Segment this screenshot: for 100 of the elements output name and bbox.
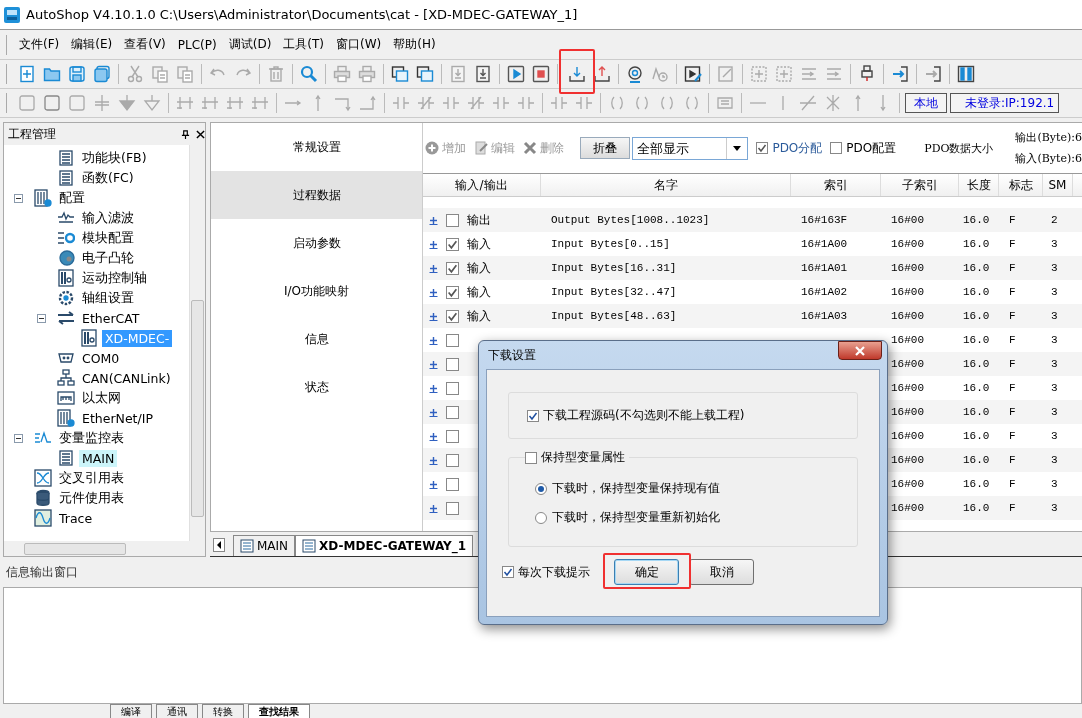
column-header[interactable]: SM [1043,174,1073,196]
expand-icon[interactable] [429,239,438,249]
checkbox-label[interactable]: PDO分配 [772,139,823,157]
settings-tab[interactable]: 常规设置 [211,123,422,171]
row-checkbox[interactable] [446,429,459,443]
close-icon[interactable] [196,129,205,139]
column-header[interactable]: 输入/输出 [423,174,541,196]
output-tab[interactable]: 通讯 [156,704,198,718]
column-header[interactable]: 子索引 [881,174,959,196]
tree-item[interactable]: 交叉引用表 [56,468,127,488]
expander-icon[interactable] [14,433,23,443]
radio-label[interactable]: 下载时，保持型变量重新初始化 [552,509,720,526]
tree-item[interactable]: COM0 [79,349,123,367]
checkbox[interactable] [830,142,843,154]
tree-item[interactable]: 电子凸轮 [79,248,137,268]
close-button[interactable] [838,341,882,360]
pin-icon[interactable] [181,129,190,139]
row-checkbox[interactable] [446,501,459,515]
expand-icon[interactable] [429,359,438,369]
row-checkbox[interactable] [446,261,459,275]
filter-dropdown[interactable]: 全部显示 [632,136,749,160]
output-tab[interactable]: 查找结果 [248,704,310,718]
expand-icon[interactable] [429,287,438,297]
expand-icon[interactable] [429,383,438,393]
window-arrow-icon[interactable] [414,63,436,85]
settings-tab[interactable]: 信息 [211,315,422,363]
horizontal-scrollbar[interactable] [4,541,205,556]
checkbox[interactable] [525,451,537,464]
tree-item[interactable]: Trace [56,509,96,527]
row-checkbox[interactable] [446,309,459,323]
row-checkbox[interactable] [446,333,459,347]
tree-item[interactable]: EtherNet/IP [79,409,156,427]
menu-item[interactable]: 帮助(H) [387,36,442,53]
save-icon[interactable] [66,63,88,85]
expand-icon[interactable] [429,479,438,489]
output-tab[interactable]: 转换 [202,704,244,718]
menu-item[interactable]: 窗口(W) [330,36,388,53]
collapse-button[interactable]: 折叠 [580,137,630,159]
tree-item[interactable]: 配置 [56,188,88,208]
print-icon[interactable] [356,63,378,85]
tree-item[interactable]: EtherCAT [79,309,143,327]
menu-item[interactable]: 文件(F) [13,36,66,53]
film-icon[interactable] [955,63,977,85]
row-checkbox[interactable] [446,285,459,299]
copy-icon[interactable] [149,63,171,85]
tree-item[interactable]: CAN(CANLink) [79,369,174,387]
settings-tab[interactable]: 启动参数 [211,219,422,267]
menu-item[interactable]: 调试(D) [222,36,278,53]
local-mode-button[interactable]: 本地 [905,93,947,113]
tree-item[interactable]: 元件使用表 [56,488,127,508]
window-icon[interactable] [389,63,411,85]
expand-icon[interactable] [429,407,438,417]
menu-item[interactable]: 查看(V) [118,36,172,53]
run-icon[interactable] [505,63,527,85]
tree-item[interactable]: 轴组设置 [79,288,137,308]
expand-icon[interactable] [429,503,438,513]
settings-tab[interactable]: 过程数据 [211,171,422,219]
scroll-left-icon[interactable] [213,538,225,552]
tree-item[interactable]: 以太网 [79,388,124,408]
tree-item[interactable]: 运动控制轴 [79,268,150,288]
ladder-box-icon[interactable] [16,92,38,114]
expander-icon[interactable] [14,193,23,203]
checkbox-label[interactable]: PDO配置 [846,139,897,157]
editor-tab[interactable]: MAIN [233,535,296,556]
expand-icon[interactable] [429,311,438,321]
expand-icon[interactable] [429,431,438,441]
tree-item[interactable]: 模块配置 [79,228,137,248]
column-header[interactable]: 标志 [999,174,1043,196]
row-checkbox[interactable] [446,213,459,227]
settings-tab[interactable]: I/O功能映射 [211,267,422,315]
column-header[interactable]: 长度 [959,174,999,196]
column-header[interactable]: 索引 [791,174,881,196]
row-checkbox[interactable] [446,357,459,371]
output-tab[interactable]: 编译 [110,704,152,718]
row-checkbox[interactable] [446,477,459,491]
checkbox-label[interactable]: 每次下载提示 [518,563,590,581]
checkbox[interactable] [527,409,539,422]
checkbox[interactable] [502,566,514,578]
menu-item[interactable]: 工具(T) [277,36,330,53]
checkbox[interactable] [756,142,769,154]
column-header[interactable]: 名字 [541,174,791,196]
tree-item[interactable]: 变量监控表 [56,428,127,448]
tree-item[interactable]: 输入滤波 [79,208,137,228]
tree-item[interactable]: 函数(FC) [79,168,137,188]
expand-icon[interactable] [429,215,438,225]
radio-label[interactable]: 下载时，保持型变量保持现有值 [552,480,720,497]
row-checkbox[interactable] [446,405,459,419]
save-all-icon[interactable] [91,63,113,85]
search-icon[interactable] [298,63,320,85]
radio-button[interactable] [535,511,547,524]
stop-icon[interactable] [530,63,552,85]
editor-tab[interactable]: XD-MDEC-GATEWAY_1 [295,535,474,556]
menu-item[interactable]: 编辑(E) [65,36,119,53]
expander-icon[interactable] [37,313,46,323]
row-checkbox[interactable] [446,237,459,251]
cancel-button[interactable]: 取消 [689,559,754,585]
play-edit-icon[interactable] [682,63,704,85]
tree-item[interactable]: MAIN [79,449,118,467]
expand-icon[interactable] [429,455,438,465]
row-checkbox[interactable] [446,453,459,467]
